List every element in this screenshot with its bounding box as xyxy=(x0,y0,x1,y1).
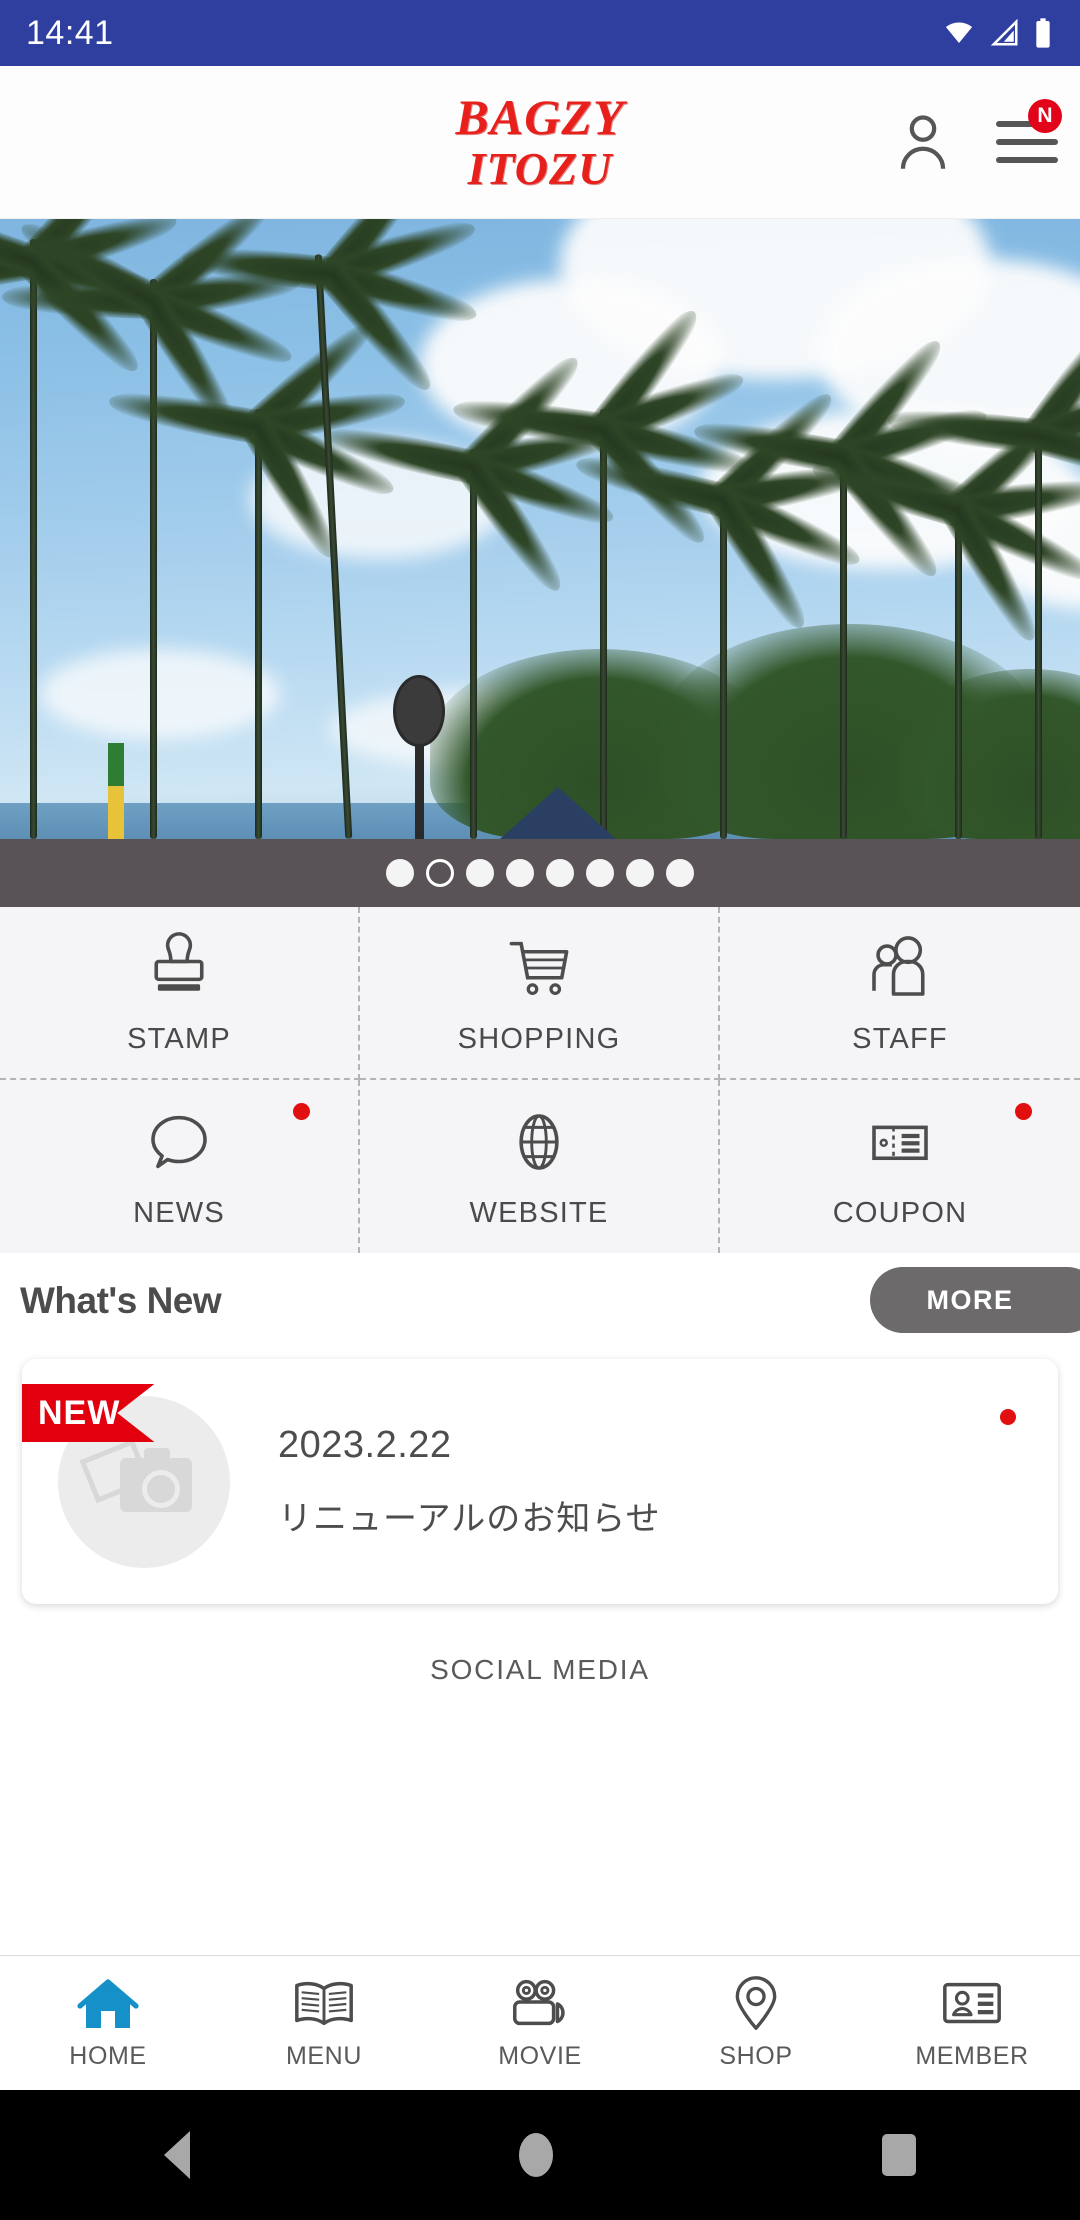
carousel-indicator-bar xyxy=(0,839,1080,907)
grid-item-stamp[interactable]: STAMP xyxy=(0,907,360,1080)
shopping-cart-icon xyxy=(509,941,569,995)
nav-item-movie[interactable]: MOVIE xyxy=(432,1956,648,2090)
grid-item-coupon[interactable]: COUPON xyxy=(720,1080,1080,1253)
street-clock xyxy=(393,675,445,747)
cloud xyxy=(40,649,280,739)
whats-new-section-header: What's New MORE xyxy=(0,1253,1080,1349)
more-button[interactable]: MORE xyxy=(870,1267,1080,1333)
carousel-dot[interactable] xyxy=(466,859,494,887)
home-icon xyxy=(77,1978,139,2028)
stamp-icon xyxy=(154,932,204,991)
nav-item-menu[interactable]: MENU xyxy=(216,1956,432,2090)
grid-item-news[interactable]: NEWS xyxy=(0,1080,360,1253)
news-list: NEW 2023.2.22 リニューアルのお知らせ xyxy=(0,1349,1080,1632)
recents-square-icon[interactable] xyxy=(881,2134,916,2176)
map-pin-icon xyxy=(735,1975,777,2030)
nav-label: MEMBER xyxy=(915,2041,1029,2070)
nav-label: SHOP xyxy=(719,2041,793,2070)
carousel-dot[interactable] xyxy=(586,859,614,887)
status-bar: 14:41 xyxy=(0,0,1080,66)
home-circle-icon[interactable] xyxy=(518,2133,553,2177)
grid-item-website[interactable]: WEBSITE xyxy=(360,1080,720,1253)
nav-item-member[interactable]: MEMBER xyxy=(864,1956,1080,2090)
nav-item-shop[interactable]: SHOP xyxy=(648,1956,864,2090)
beach-tent xyxy=(500,787,616,839)
status-icons xyxy=(940,17,1054,49)
back-triangle-icon[interactable] xyxy=(164,2131,191,2179)
grid-item-shopping[interactable]: SHOPPING xyxy=(360,907,720,1080)
news-card[interactable]: NEW 2023.2.22 リニューアルのお知らせ xyxy=(22,1359,1058,1604)
grid-badge-dot xyxy=(293,1103,310,1120)
social-media-label: SOCIAL MEDIA xyxy=(430,1654,650,1685)
news-date: 2023.2.22 xyxy=(278,1423,452,1466)
grid-item-staff[interactable]: STAFF xyxy=(720,907,1080,1080)
carousel-dot[interactable] xyxy=(546,859,574,887)
staff-people-icon xyxy=(872,936,925,996)
ticket-icon xyxy=(872,1125,928,1161)
book-icon xyxy=(295,1981,353,2025)
grid-label: WEBSITE xyxy=(469,1197,609,1229)
grid-label: SHOPPING xyxy=(457,1023,621,1055)
news-unread-dot xyxy=(1000,1409,1016,1425)
logo-line-1: BAGZY xyxy=(455,88,625,145)
carousel-dot[interactable] xyxy=(626,859,654,887)
video-camera-icon xyxy=(513,1979,565,2025)
id-card-icon xyxy=(943,1982,1001,2023)
news-title: リニューアルのお知らせ xyxy=(278,1499,661,1538)
menu-button[interactable]: N xyxy=(996,99,1062,173)
hero-carousel-image[interactable] xyxy=(0,219,1080,839)
account-button[interactable] xyxy=(894,111,952,173)
carousel-dot[interactable] xyxy=(386,859,414,887)
app-root: 14:41 BAGZY ITOZU N STAMP SHOPPING STAFF… xyxy=(0,0,1080,2220)
app-header: BAGZY ITOZU N xyxy=(0,66,1080,219)
bottom-navigation-bar: HOME MENU MOVIE SHOP MEMBER xyxy=(0,1955,1080,2090)
header-actions: N xyxy=(894,99,1062,173)
social-media-section: SOCIAL MEDIA xyxy=(0,1632,1080,1708)
nav-item-home[interactable]: HOME xyxy=(0,1956,216,2090)
grid-label: STAMP xyxy=(127,1023,231,1055)
cellular-signal-icon xyxy=(990,18,1018,46)
grid-label: COUPON xyxy=(832,1197,968,1229)
grid-badge-dot xyxy=(1015,1103,1032,1120)
camera-placeholder-icon xyxy=(120,1447,192,1512)
battery-icon xyxy=(1036,18,1050,48)
nav-label: HOME xyxy=(69,2041,147,2070)
carousel-dot[interactable] xyxy=(506,859,534,887)
status-time: 14:41 xyxy=(26,13,114,52)
carousel-dot-active[interactable] xyxy=(426,859,454,887)
globe-icon xyxy=(519,1114,559,1170)
flag xyxy=(108,743,124,839)
speech-bubble-icon xyxy=(151,1115,207,1169)
logo-line-2: ITOZU xyxy=(467,142,613,194)
news-text-block: 2023.2.22 リニューアルのお知らせ xyxy=(278,1424,661,1540)
grid-label: STAFF xyxy=(852,1023,948,1055)
person-icon xyxy=(900,115,946,169)
wifi-icon xyxy=(945,22,973,43)
nav-label: MENU xyxy=(285,2041,362,2070)
grid-label: NEWS xyxy=(133,1197,225,1229)
android-system-nav xyxy=(0,2090,1080,2220)
nav-label: MOVIE xyxy=(498,2041,582,2070)
menu-new-badge: N xyxy=(1028,99,1062,133)
quick-menu-grid: STAMP SHOPPING STAFF NEWS WEBSITE COUPON xyxy=(0,907,1080,1253)
section-title: What's New xyxy=(20,1280,222,1321)
carousel-dot[interactable] xyxy=(666,859,694,887)
